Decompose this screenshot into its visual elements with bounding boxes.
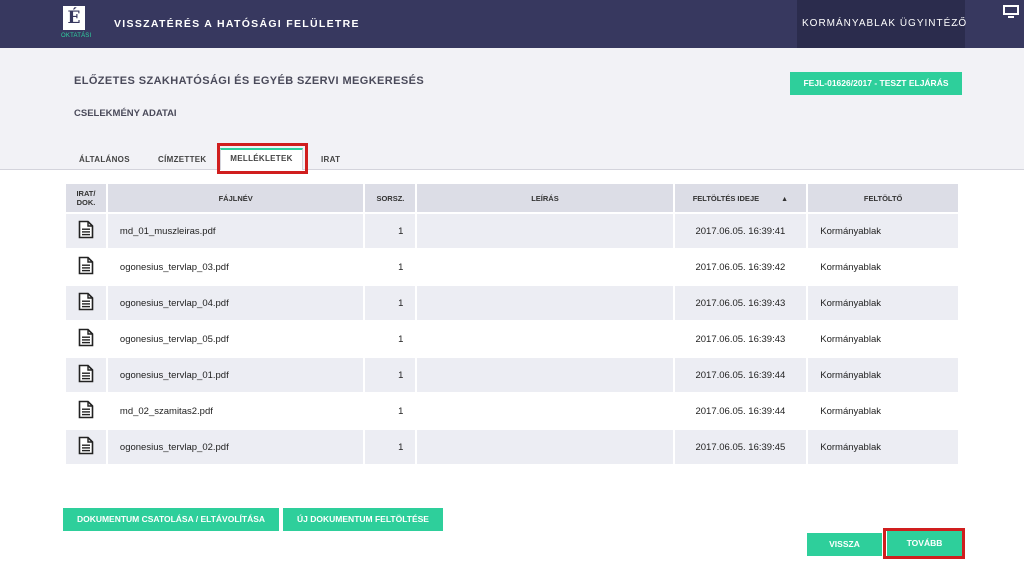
table-row[interactable]: ogonesius_tervlap_02.pdf 1 2017.06.05. 16:… [66, 430, 958, 464]
uploader-cell: Kormányablak [808, 358, 958, 392]
back-button[interactable]: VISSZA [807, 533, 882, 556]
serial-cell: 1 [365, 214, 416, 248]
filename-cell[interactable]: ogonesius_tervlap_01.pdf [107, 358, 364, 392]
serial-cell: 1 [365, 322, 416, 356]
upload-time-cell: 2017.06.05. 16:39:45 [674, 430, 807, 464]
top-header-bar: É OKTATÁSI VISSZATÉRÉS A HATÓSÁGI FELÜLE… [0, 0, 1024, 48]
tab-altalanos[interactable]: ÁLTALÁNOS [79, 150, 130, 170]
column-header-filename[interactable]: FÁJLNÉV [107, 184, 364, 212]
upload-time-cell: 2017.06.05. 16:39:41 [674, 214, 807, 248]
uploader-cell: Kormányablak [808, 322, 958, 356]
document-icon[interactable] [78, 292, 94, 314]
table-row[interactable]: ogonesius_tervlap_03.pdf 1 2017.06.05. 16:… [66, 250, 958, 284]
app-logo[interactable]: É OKTATÁSI [61, 6, 92, 42]
description-cell [417, 394, 673, 428]
column-header-upload-time[interactable]: FELTÖLTÉS IDEJE ▲ [674, 184, 807, 212]
filename-cell[interactable]: ogonesius_tervlap_02.pdf [107, 430, 364, 464]
uploader-cell: Kormányablak [808, 286, 958, 320]
table-body: md_01_muszleiras.pdf 1 2017.06.05. 16:39:4… [66, 214, 958, 464]
sort-ascending-icon: ▲ [781, 195, 789, 203]
logo-letter: É [63, 6, 85, 30]
upload-time-cell: 2017.06.05. 16:39:43 [674, 286, 807, 320]
document-icon[interactable] [78, 256, 94, 278]
filename-cell[interactable]: ogonesius_tervlap_05.pdf [107, 322, 364, 356]
serial-cell: 1 [365, 250, 416, 284]
table-row[interactable]: ogonesius_tervlap_05.pdf 1 2017.06.05. 16:… [66, 322, 958, 356]
return-to-authority-link[interactable]: VISSZATÉRÉS A HATÓSÁGI FELÜLETRE [114, 18, 360, 30]
document-icon[interactable] [78, 436, 94, 458]
column-header-uploader[interactable]: FELTÖLTŐ [808, 184, 958, 212]
document-icon[interactable] [78, 364, 94, 386]
table-header-row: IRAT/ DOK. FÁJLNÉV SORSZ. LEÍRÁS FELTÖLT… [66, 184, 958, 212]
upload-time-cell: 2017.06.05. 16:39:43 [674, 322, 807, 356]
filename-cell[interactable]: md_01_muszleiras.pdf [107, 214, 364, 248]
attachments-table: IRAT/ DOK. FÁJLNÉV SORSZ. LEÍRÁS FELTÖLT… [64, 182, 960, 466]
column-header-type[interactable]: IRAT/ DOK. [66, 184, 106, 212]
logo-subtitle: OKTATÁSI [61, 33, 92, 39]
filename-cell[interactable]: md_02_szamitas2.pdf [107, 394, 364, 428]
upload-time-cell: 2017.06.05. 16:39:44 [674, 358, 807, 392]
section-title: CSELEKMÉNY ADATAI [74, 108, 177, 119]
user-menu-dropdown[interactable]: KORMÁNYABLAK ÜGYINTÉZŐ ⌄ [797, 0, 968, 48]
description-cell [417, 322, 673, 356]
column-header-description[interactable]: LEÍRÁS [417, 184, 673, 212]
uploader-cell: Kormányablak [808, 250, 958, 284]
column-header-serial[interactable]: SORSZ. [365, 184, 416, 212]
serial-cell: 1 [365, 286, 416, 320]
monitor-icon[interactable] [1002, 4, 1020, 20]
upload-time-cell: 2017.06.05. 16:39:44 [674, 394, 807, 428]
uploader-cell: Kormányablak [808, 394, 958, 428]
filename-cell[interactable]: ogonesius_tervlap_04.pdf [107, 286, 364, 320]
table-row[interactable]: ogonesius_tervlap_04.pdf 1 2017.06.05. 16:… [66, 286, 958, 320]
description-cell [417, 250, 673, 284]
attach-remove-document-button[interactable]: DOKUMENTUM CSATOLÁSA / ELTÁVOLÍTÁSA [63, 508, 279, 531]
description-cell [417, 430, 673, 464]
uploader-cell: Kormányablak [808, 214, 958, 248]
description-cell [417, 286, 673, 320]
document-icon[interactable] [78, 328, 94, 350]
table-row[interactable]: ogonesius_tervlap_01.pdf 1 2017.06.05. 16:… [66, 358, 958, 392]
upload-time-header-label: FELTÖLTÉS IDEJE [692, 193, 760, 203]
serial-cell: 1 [365, 358, 416, 392]
serial-cell: 1 [365, 430, 416, 464]
next-button[interactable]: TOVÁBB [887, 531, 962, 556]
document-icon[interactable] [78, 400, 94, 422]
page-title: ELŐZETES SZAKHATÓSÁGI ÉS EGYÉB SZERVI ME… [74, 75, 425, 87]
user-menu-label: KORMÁNYABLAK ÜGYINTÉZŐ [802, 18, 968, 29]
tab-mellekletek[interactable]: MELLÉKLETEK [220, 148, 303, 170]
document-icon[interactable] [78, 220, 94, 242]
description-cell [417, 358, 673, 392]
tab-irat[interactable]: IRAT [321, 150, 340, 170]
table-row[interactable]: md_01_muszleiras.pdf 1 2017.06.05. 16:39:4… [66, 214, 958, 248]
uploader-cell: Kormányablak [808, 430, 958, 464]
tab-cimzettek[interactable]: CÍMZETTEK [158, 150, 206, 170]
upload-new-document-button[interactable]: ÚJ DOKUMENTUM FELTÖLTÉSE [283, 508, 443, 531]
chevron-down-icon: ⌄ [953, 19, 961, 28]
serial-cell: 1 [365, 394, 416, 428]
upload-time-cell: 2017.06.05. 16:39:42 [674, 250, 807, 284]
filename-cell[interactable]: ogonesius_tervlap_03.pdf [107, 250, 364, 284]
table-row[interactable]: md_02_szamitas2.pdf 1 2017.06.05. 16:39:44… [66, 394, 958, 428]
case-badge: FEJL-01626/2017 - TESZT ELJÁRÁS [790, 72, 962, 95]
description-cell [417, 214, 673, 248]
